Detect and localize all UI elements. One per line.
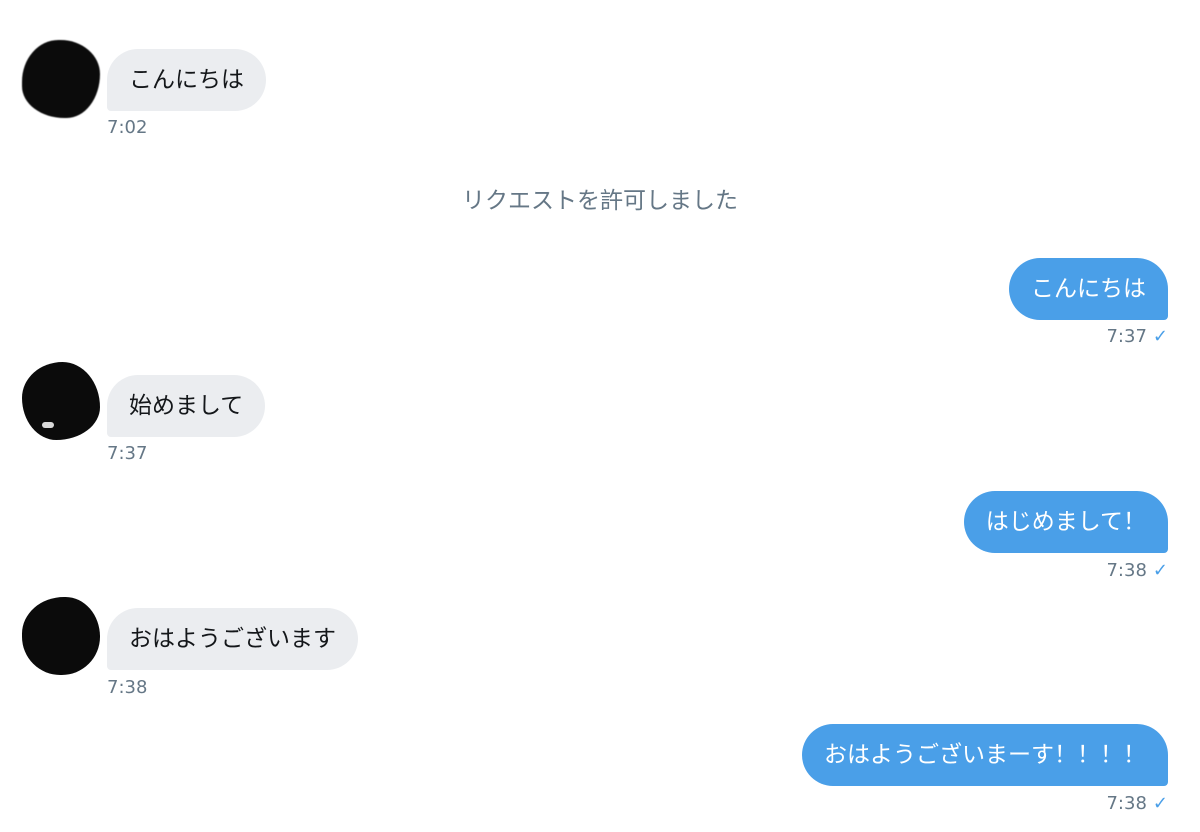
message-bubble-incoming[interactable]: 始めまして [107,375,266,437]
message-text: はじめまして！ [985,509,1146,535]
message-timestamp: 7:38 ✓ [1106,560,1168,581]
timestamp-text: 7:37 [1106,326,1147,347]
avatar-smudge [42,422,54,428]
message-timestamp: 7:38 [107,677,148,698]
message-bubble-incoming[interactable]: おはようございます [107,608,358,670]
message-text: こんにちは [129,67,244,93]
message-text: おはようございます [129,626,336,652]
message-text: こんにちは [1031,276,1146,302]
message-timestamp: 7:37 [107,443,148,464]
avatar[interactable] [22,40,100,118]
message-bubble-outgoing[interactable]: こんにちは [1009,258,1168,320]
check-icon: ✓ [1152,793,1168,814]
check-icon: ✓ [1152,560,1168,581]
timestamp-text: 7:38 [1106,793,1147,814]
message-timestamp: 7:38 ✓ [1106,793,1168,814]
message-bubble-incoming[interactable]: こんにちは [107,49,266,111]
message-text: 始めまして [129,393,244,419]
message-bubble-outgoing[interactable]: はじめまして！ [963,491,1168,553]
message-text: おはようございまーす！！！！ [824,742,1146,768]
timestamp-text: 7:38 [1106,560,1147,581]
check-icon: ✓ [1152,326,1168,347]
avatar[interactable] [22,597,100,675]
avatar[interactable] [22,362,100,440]
system-notice: リクエストを許可しました [462,188,738,214]
message-bubble-outgoing[interactable]: おはようございまーす！！！！ [802,724,1168,786]
message-timestamp: 7:37 ✓ [1106,326,1168,347]
message-timestamp: 7:02 [107,117,148,138]
